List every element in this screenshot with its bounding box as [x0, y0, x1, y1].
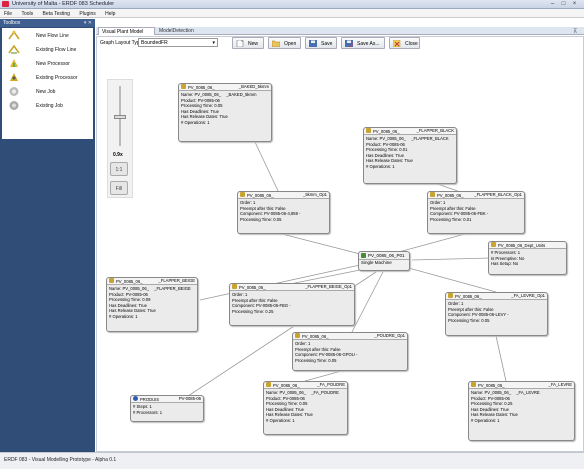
- node-title: PV_0085_06_: [188, 84, 215, 90]
- edge: [495, 335, 507, 382]
- operation-node-5kmm[interactable]: PV_0085_06_ _5kmm_Op1 Order: 1 Preempt af…: [237, 191, 330, 234]
- node-line: Name: PV_0085_06_ _FA_POUDRE: [266, 390, 339, 395]
- node-title-suffix: _5kmm_Op1: [303, 192, 327, 198]
- node-line: # Operations: 1: [266, 417, 295, 423]
- node-line: Single Machine: [361, 260, 392, 265]
- node-line: # Processors: 1: [133, 409, 163, 415]
- node-title-suffix: _FLAPPER_BLACK_Op1: [474, 192, 522, 198]
- node-title: PV_0085_06_P01: [368, 252, 405, 258]
- node-line: Processing Time: 0.01: [430, 216, 472, 222]
- edge: [351, 271, 384, 333]
- operation-icon: [240, 191, 245, 197]
- node-title: PV_0085_06_: [373, 128, 400, 134]
- job-icon: [181, 83, 186, 89]
- operation-icon: [295, 332, 300, 338]
- node-line: Has Setup: No: [491, 261, 519, 267]
- job-icon: [109, 277, 114, 283]
- operation-node-poudre[interactable]: PV_0085_06_ _POUDRE_Op1 Order: 1 Preempt …: [292, 332, 408, 371]
- edge: [404, 266, 497, 293]
- job-icon: [471, 381, 476, 387]
- job-node-fa-poudre[interactable]: PV_0085_06_ _FA_POUDRE Name: PV_0085_06_ …: [263, 381, 348, 435]
- node-title-suffix: _BAKED_5kmm: [238, 84, 269, 90]
- operation-node-flapper-beige[interactable]: PV_0085_06_ _FLAPPER_BEIGE_Op1 Order: 1 P…: [229, 283, 355, 326]
- job-node-baked[interactable]: PV_0085_06_ _BAKED_5kmm Name: PV_0085_06_…: [178, 83, 272, 142]
- node-line: Processing Time: 0.05: [295, 357, 337, 363]
- status-text: ERDF 083 - Visual Modelling Prototype - …: [4, 457, 117, 463]
- node-title: PV_0085_06_Dept_Units: [498, 242, 546, 248]
- product-node[interactable]: PRODUIS PV-0085-06 # Steps: 1 # Processor…: [130, 395, 204, 422]
- node-line: Name: PV_0085_06_ _BAKED_5kmm: [181, 92, 257, 97]
- operation-node-flapper-black[interactable]: PV_0085_06_ _FLAPPER_BLACK_Op1 Order: 1 P…: [427, 191, 525, 234]
- node-title: PV_0085_06_: [116, 278, 143, 284]
- department-node[interactable]: PV_0085_06_Dept_Units # Processors: 1 Is…: [488, 241, 567, 275]
- node-title: PRODUIS: [140, 396, 160, 402]
- status-bar: ERDF 083 - Visual Modelling Prototype - …: [0, 452, 584, 469]
- department-icon: [491, 241, 496, 247]
- machine-node[interactable]: PV_0085_06_P01 Single Machine: [358, 251, 410, 271]
- operation-node-fa-levre[interactable]: PV_0085_06_ _FA_LEVRE_Op1 Order: 1 Preemp…: [445, 292, 548, 336]
- node-title-suffix: _POUDRE_Op1: [374, 333, 406, 339]
- job-icon: [366, 127, 371, 133]
- job-node-flapper-black[interactable]: PV_0085_06_ _FLAPPER_BLACK Name: PV_0085_…: [363, 127, 457, 184]
- edge: [411, 257, 492, 261]
- node-line: Processing Time: 0.05: [448, 317, 490, 323]
- node-line: Processing Time: 0.25: [232, 308, 274, 314]
- operation-icon: [232, 283, 237, 289]
- node-title-suffix: _FLAPPER_BEIGE_Op1: [305, 284, 352, 290]
- node-line: # Operations: 1: [366, 163, 395, 169]
- node-line: Name: PV_0085_06_ _FLAPPER_BLACK: [366, 136, 449, 141]
- job-node-flapper-beige[interactable]: PV_0085_06_ _FLAPPER_BEIGE Name: PV_0085_…: [106, 277, 198, 332]
- node-title-suffix: _FLAPPER_BLACK: [416, 128, 454, 134]
- node-title: PV_0085_06_: [273, 382, 300, 388]
- node-line: Name: PV_0085_06_ _FLAPPER_BEIGE: [109, 286, 191, 291]
- node-title: PV_0085_06_: [455, 293, 482, 299]
- node-title-suffix: _FA_LEVRE_Op1: [511, 293, 545, 299]
- job-node-fa-levre[interactable]: PV_0085_06_ _FA_LEVRE Name: PV_0085_06_ _…: [468, 381, 575, 441]
- node-title: PV_0085_06_: [247, 192, 274, 198]
- node-line: Processing Time: 0.05: [240, 216, 282, 222]
- node-title: PV_0085_06_: [437, 192, 464, 198]
- node-line: # Operations: 1: [181, 119, 210, 125]
- node-title-suffix: _FLAPPER_BEIGE: [158, 278, 195, 284]
- node-title: PV_0085_06_: [478, 382, 505, 388]
- node-line: # Operations: 1: [471, 417, 500, 423]
- machine-icon: [361, 253, 366, 258]
- node-title: PV_0085_06_: [302, 333, 329, 339]
- node-title-suffix: PV-0085-06: [178, 396, 201, 402]
- edge: [289, 267, 371, 285]
- edge: [254, 141, 280, 194]
- edge: [281, 233, 369, 257]
- job-icon: [266, 381, 271, 387]
- node-line: # Operations: 1: [109, 313, 138, 319]
- node-title-suffix: _FA_POUDRE: [317, 382, 345, 388]
- operation-icon: [430, 191, 435, 197]
- edge: [304, 369, 346, 382]
- node-title-suffix: _FA_LEVRE: [548, 382, 572, 388]
- info-icon: [133, 395, 138, 401]
- operation-icon: [448, 292, 453, 298]
- node-title: PV_0085_06_: [239, 284, 266, 290]
